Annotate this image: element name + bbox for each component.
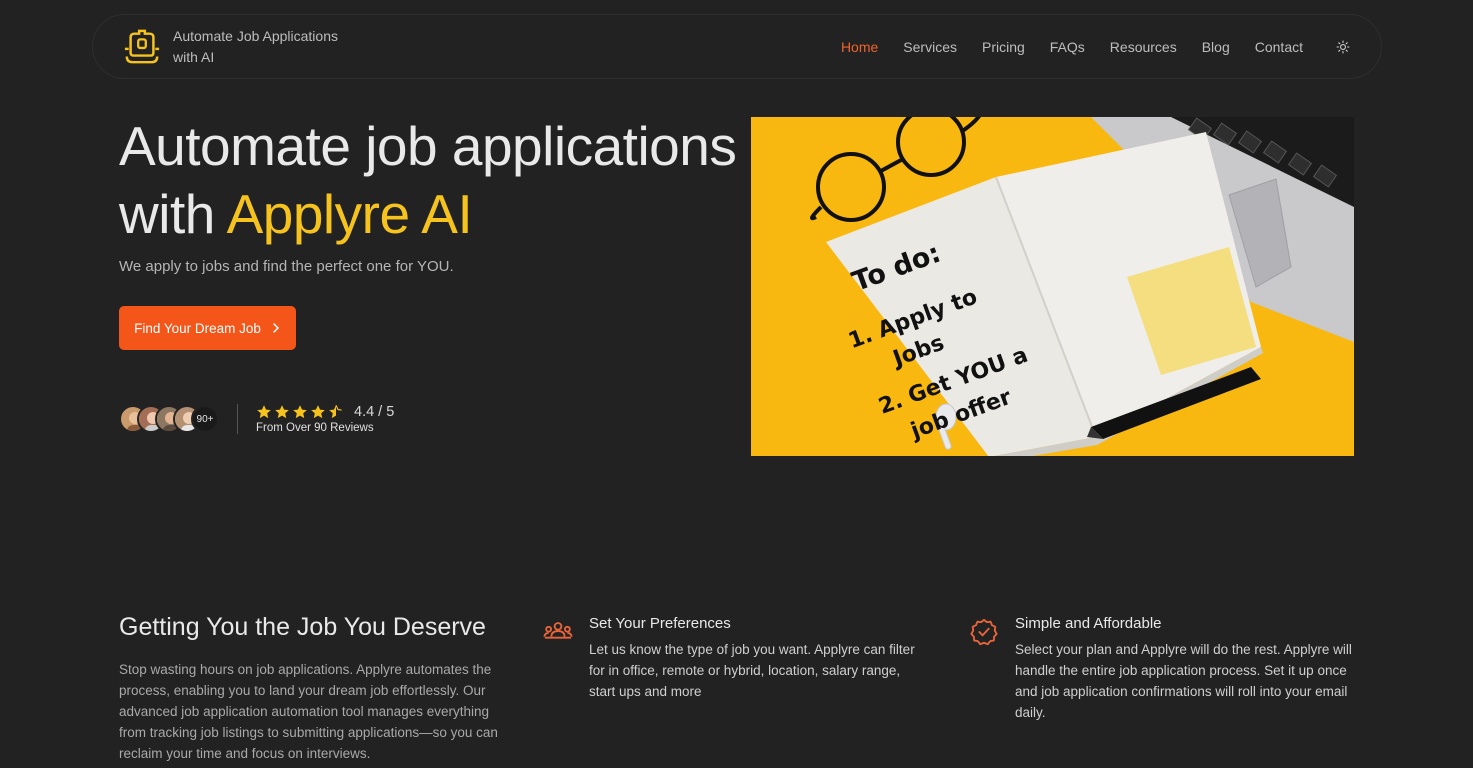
nav-item-services[interactable]: Services xyxy=(903,39,957,55)
theme-toggle-button[interactable] xyxy=(1335,39,1351,55)
feature-text: Let us know the type of job you want. Ap… xyxy=(589,642,915,699)
features-title: Getting You the Job You Deserve xyxy=(119,613,486,641)
star-icon xyxy=(275,405,289,419)
half-star-icon xyxy=(329,404,342,419)
rating-block: 4.4 / 5 From Over 90 Reviews xyxy=(256,404,394,434)
feature-affordable-body: Simple and Affordable Select your plan a… xyxy=(1015,615,1355,723)
find-dream-job-button[interactable]: Find Your Dream Job xyxy=(119,306,296,350)
chevron-right-icon xyxy=(273,323,279,333)
briefcase-logo-icon xyxy=(124,29,160,63)
feature-preferences: Set Your Preferences Let us know the typ… xyxy=(543,615,929,702)
navbar: Automate Job Applications with AI Home S… xyxy=(92,14,1382,79)
sun-icon xyxy=(1336,39,1350,54)
feature-preferences-body: Set Your Preferences Let us know the typ… xyxy=(589,615,929,702)
hero-title-with: with xyxy=(119,183,227,245)
nav-links: Home Services Pricing FAQs Resources Blo… xyxy=(841,39,1351,55)
hero-title: Automate job applications with Applyre A… xyxy=(119,112,739,248)
feature-text: Select your plan and Applyre will do the… xyxy=(1015,642,1352,720)
nav-item-home[interactable]: Home xyxy=(841,39,878,55)
star-icon xyxy=(293,405,307,419)
social-proof: 90+ 4.4 / 5 From Over 90 Reviews xyxy=(119,404,394,434)
rating-note: From Over 90 Reviews xyxy=(256,422,374,434)
star-icon xyxy=(257,405,271,419)
hero-subtitle: We apply to jobs and find the perfect on… xyxy=(119,258,454,275)
nav-item-resources[interactable]: Resources xyxy=(1110,39,1177,55)
feature-title: Set Your Preferences xyxy=(589,615,731,632)
avatar-count-badge: 90+ xyxy=(191,405,219,433)
feature-title: Simple and Affordable xyxy=(1015,615,1162,632)
star-icon xyxy=(311,405,325,419)
nav-item-blog[interactable]: Blog xyxy=(1202,39,1230,55)
hero-title-accent: Applyre AI xyxy=(226,183,473,245)
brand[interactable]: Automate Job Applications with AI xyxy=(123,26,348,68)
rating-value: 4.4 / 5 xyxy=(354,404,395,420)
cta-label: Find Your Dream Job xyxy=(134,320,261,336)
verified-badge-icon xyxy=(970,618,998,646)
brand-name: Automate Job Applications with AI xyxy=(173,27,338,65)
people-icon xyxy=(543,622,573,639)
features-description: Stop wasting hours on job applications. … xyxy=(119,662,498,761)
rating-row: 4.4 / 5 xyxy=(256,404,394,420)
nav-item-pricing[interactable]: Pricing xyxy=(982,39,1025,55)
reviewer-avatars: 90+ xyxy=(119,405,219,433)
divider xyxy=(237,404,238,434)
nav-item-contact[interactable]: Contact xyxy=(1255,39,1303,55)
feature-affordable: Simple and Affordable Select your plan a… xyxy=(969,615,1355,723)
hero-title-line1: Automate job applications xyxy=(119,115,737,177)
hero-image: To do: 1. Apply to Jobs 2. Get YOU a job… xyxy=(751,117,1354,456)
nav-item-faqs[interactable]: FAQs xyxy=(1050,39,1085,55)
